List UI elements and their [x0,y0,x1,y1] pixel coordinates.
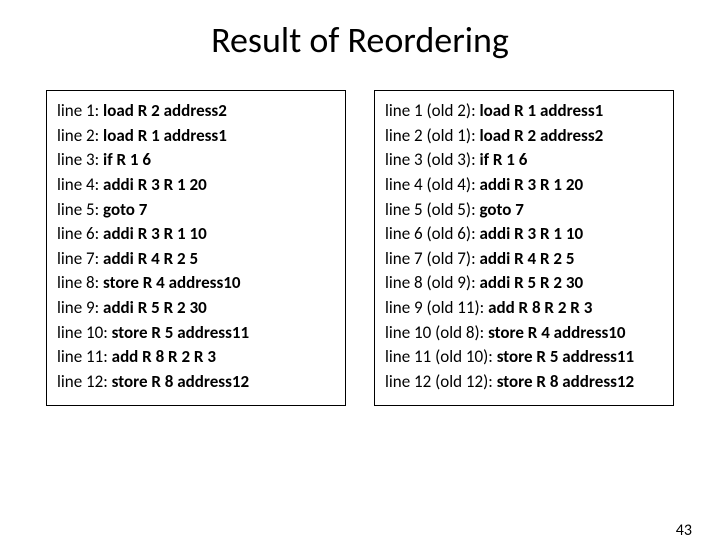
line-code: addi R 4 R 2 5 [103,248,198,269]
original-line-11: line 11: add R 8 R 2 R 3 [57,345,335,370]
line-prefix: line 1: [57,100,103,121]
line-prefix: line 9: [57,297,103,318]
line-code: addi R 3 R 1 20 [103,174,207,195]
line-prefix: line 7 (old 7): [385,248,479,269]
reordered-line-1: line 1 (old 2): load R 1 address1 [385,99,663,124]
line-code: store R 8 address12 [497,371,634,392]
line-prefix: line 3 (old 3): [385,149,479,170]
original-line-5: line 5: goto 7 [57,198,335,223]
line-code: load R 2 address2 [479,125,603,146]
line-code: goto 7 [479,199,523,220]
line-prefix: line 2 (old 1): [385,125,479,146]
line-prefix: line 8: [57,272,103,293]
line-prefix: line 8 (old 9): [385,272,479,293]
line-prefix: line 4: [57,174,103,195]
line-prefix: line 12 (old 12): [385,371,497,392]
page-number: 43 [676,521,692,540]
original-line-12: line 12: store R 8 address12 [57,370,335,395]
line-prefix: line 1 (old 2): [385,100,479,121]
line-code: add R 8 R 2 R 3 [112,346,216,367]
line-code: store R 4 address10 [103,272,240,293]
line-prefix: line 5 (old 5): [385,199,479,220]
line-code: goto 7 [103,199,147,220]
original-code-box: line 1: load R 2 address2line 2: load R … [46,90,346,406]
reordered-line-8: line 8 (old 9): addi R 5 R 2 30 [385,271,663,296]
reordered-line-7: line 7 (old 7): addi R 4 R 2 5 [385,247,663,272]
line-prefix: line 4 (old 4): [385,174,479,195]
reordered-line-9: line 9 (old 11): add R 8 R 2 R 3 [385,296,663,321]
reordered-line-10: line 10 (old 8): store R 4 address10 [385,321,663,346]
original-line-2: line 2: load R 1 address1 [57,124,335,149]
line-code: addi R 3 R 1 20 [479,174,583,195]
line-code: addi R 5 R 2 30 [479,272,583,293]
original-line-6: line 6: addi R 3 R 1 10 [57,222,335,247]
original-line-7: line 7: addi R 4 R 2 5 [57,247,335,272]
original-line-3: line 3: if R 1 6 [57,148,335,173]
original-line-1: line 1: load R 2 address2 [57,99,335,124]
line-code: load R 2 address2 [103,100,227,121]
reordered-code-box: line 1 (old 2): load R 1 address1line 2 … [374,90,674,406]
line-code: if R 1 6 [103,149,151,170]
reordered-line-3: line 3 (old 3): if R 1 6 [385,148,663,173]
original-line-8: line 8: store R 4 address10 [57,271,335,296]
reordered-line-2: line 2 (old 1): load R 2 address2 [385,124,663,149]
original-line-9: line 9: addi R 5 R 2 30 [57,296,335,321]
reordered-line-12: line 12 (old 12): store R 8 address12 [385,370,663,395]
line-prefix: line 12: [57,371,112,392]
line-prefix: line 9 (old 11): [385,297,488,318]
reordered-line-6: line 6 (old 6): addi R 3 R 1 10 [385,222,663,247]
line-prefix: line 3: [57,149,103,170]
line-code: addi R 4 R 2 5 [479,248,574,269]
line-code: addi R 3 R 1 10 [479,223,583,244]
line-prefix: line 7: [57,248,103,269]
line-code: add R 8 R 2 R 3 [488,297,592,318]
line-code: addi R 3 R 1 10 [103,223,207,244]
slide-title: Result of Reordering [0,18,720,62]
line-prefix: line 11 (old 10): [385,346,497,367]
line-code: if R 1 6 [479,149,527,170]
line-code: store R 5 address11 [112,322,249,343]
reordered-line-4: line 4 (old 4): addi R 3 R 1 20 [385,173,663,198]
line-prefix: line 5: [57,199,103,220]
line-code: load R 1 address1 [103,125,227,146]
line-code: addi R 5 R 2 30 [103,297,207,318]
line-prefix: line 6: [57,223,103,244]
line-prefix: line 10: [57,322,112,343]
line-prefix: line 11: [57,346,112,367]
line-prefix: line 2: [57,125,103,146]
line-code: store R 5 address11 [497,346,634,367]
reordered-line-5: line 5 (old 5): goto 7 [385,198,663,223]
original-line-4: line 4: addi R 3 R 1 20 [57,173,335,198]
line-code: store R 4 address10 [488,322,625,343]
line-prefix: line 6 (old 6): [385,223,479,244]
line-prefix: line 10 (old 8): [385,322,488,343]
columns-wrapper: line 1: load R 2 address2line 2: load R … [0,90,720,406]
line-code: store R 8 address12 [112,371,249,392]
original-line-10: line 10: store R 5 address11 [57,321,335,346]
reordered-line-11: line 11 (old 10): store R 5 address11 [385,345,663,370]
line-code: load R 1 address1 [479,100,603,121]
